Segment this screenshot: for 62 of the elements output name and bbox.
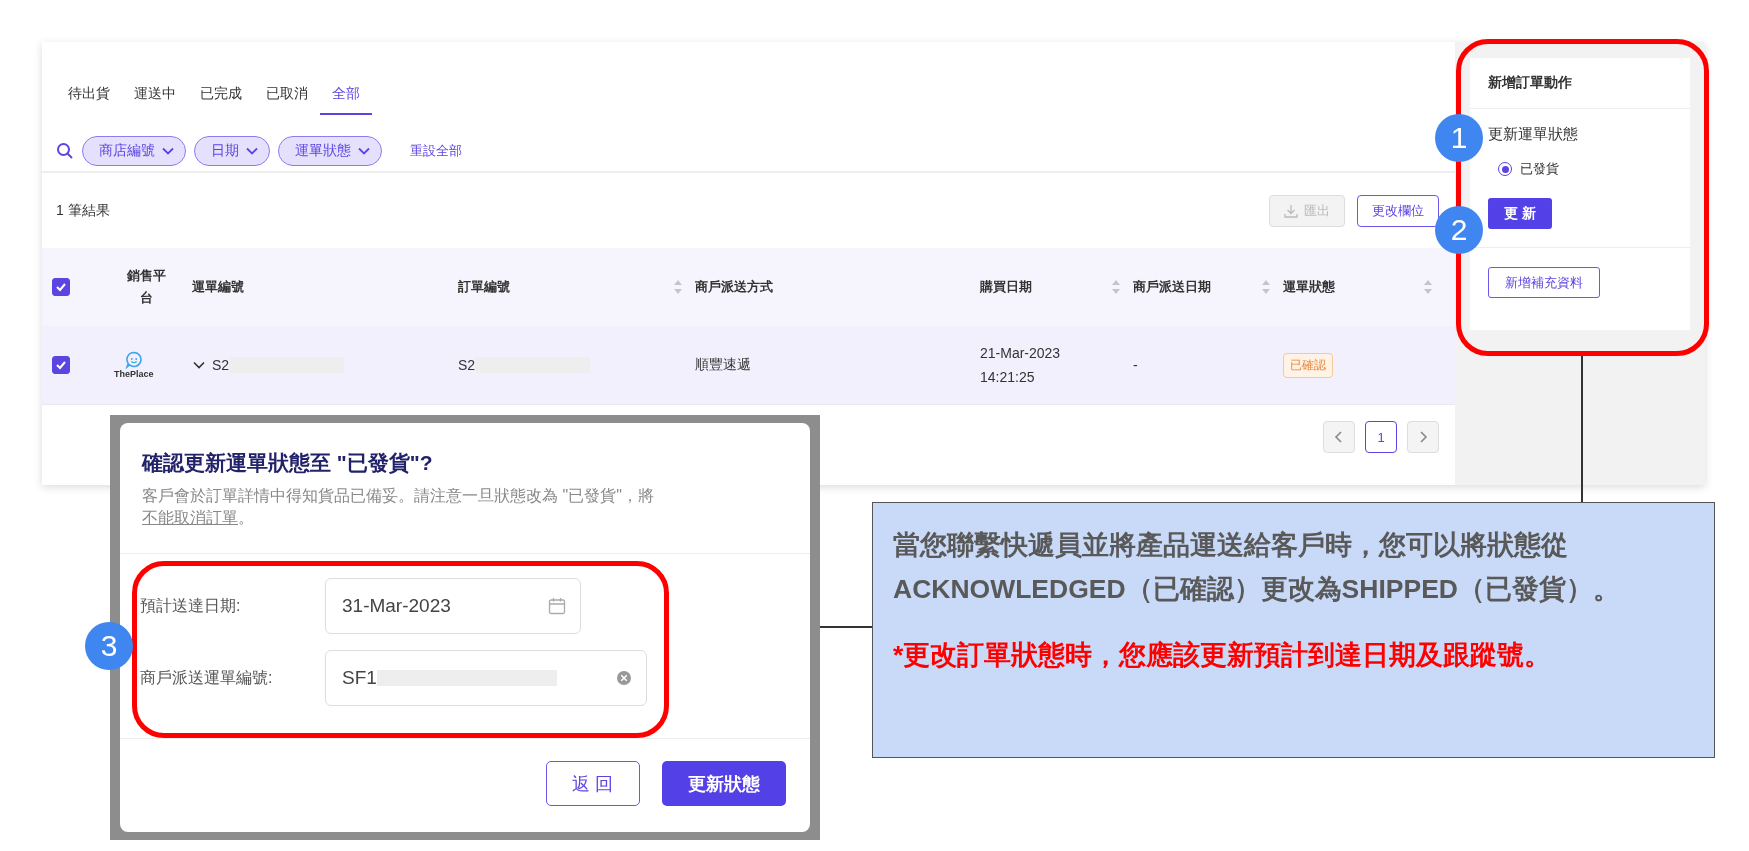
tab[interactable]: 運送中 <box>122 81 188 115</box>
filter-dropdown[interactable]: 日期 <box>194 136 270 166</box>
cancel-note-link[interactable]: 不能取消訂單 <box>142 509 238 526</box>
table-cell: 14:21:25 <box>980 369 1035 385</box>
back-button[interactable]: 返 回 <box>546 761 640 806</box>
dialog-message: 客戶會於訂單詳情中得知貨品已備妥。請注意一旦狀態改為 "已發貨"，將 不能取消訂單。 <box>142 486 655 528</box>
sort-icon[interactable] <box>1111 279 1121 295</box>
table-cell: 順豐速遞 <box>695 356 751 374</box>
tab[interactable]: 已取消 <box>254 81 320 115</box>
check-icon <box>55 359 67 371</box>
section-title: 更新運單狀態 <box>1488 125 1579 144</box>
leader-line <box>820 626 872 628</box>
filter-dropdown[interactable]: 商店編號 <box>82 136 186 166</box>
sort-icon[interactable] <box>673 279 683 295</box>
reset-link[interactable]: 重設全部 <box>410 142 462 160</box>
field-label: 預計送達日期: <box>140 595 242 616</box>
tab[interactable]: 待出貨 <box>56 81 122 115</box>
chevron-left-icon <box>1333 430 1345 444</box>
column-header: 運單編號 <box>192 278 244 296</box>
platform-name: ThePlace <box>114 369 154 379</box>
update-status-button[interactable]: 更新狀態 <box>662 761 786 806</box>
download-icon <box>1284 203 1298 218</box>
clear-icon[interactable] <box>616 670 632 686</box>
tab[interactable]: 已完成 <box>188 81 254 115</box>
filter-dropdown[interactable]: 運單狀態 <box>278 136 382 166</box>
column-header: 訂單編號 <box>458 278 510 296</box>
column-header: 購買日期 <box>980 278 1032 296</box>
column-header: 運單狀態 <box>1283 278 1335 296</box>
step-badge: 3 <box>85 622 133 670</box>
status-tag: 已確認 <box>1283 352 1333 378</box>
date-field[interactable]: 31-Mar-2023 <box>325 578 581 634</box>
checkbox[interactable] <box>52 278 70 296</box>
panel-title: 新增訂單動作 <box>1470 58 1690 109</box>
search-icon[interactable] <box>56 142 74 160</box>
check-icon <box>55 281 67 293</box>
sort-icon[interactable] <box>1423 279 1433 295</box>
column-header: 商戶派送日期 <box>1133 278 1211 296</box>
dialog-title: 確認更新運單狀態至 "已發貨"? <box>142 450 434 476</box>
change-columns-button[interactable]: 更改欄位 <box>1357 194 1439 227</box>
chat-bubble-icon <box>124 351 143 369</box>
checkbox[interactable] <box>52 356 70 374</box>
field-label: 商戶派送運單編號: <box>140 667 274 688</box>
tab[interactable]: 全部 <box>320 81 372 115</box>
previous-page-button[interactable] <box>1323 421 1355 453</box>
input-field[interactable]: SF1 <box>325 650 647 706</box>
table-cell: - <box>1133 357 1138 373</box>
next-page-button[interactable] <box>1407 421 1439 453</box>
callout-note: *更改訂單狀態時，您應該更新預計到達日期及跟蹤號。 <box>893 639 1553 672</box>
add-info-button[interactable]: 新增補充資料 <box>1488 267 1600 298</box>
column-header: 銷售平台 <box>126 267 166 307</box>
page-button[interactable]: 1 <box>1365 421 1397 453</box>
result-count: 1 筆結果 <box>56 201 111 220</box>
update-button[interactable]: 更 新 <box>1488 198 1552 229</box>
calendar-icon[interactable] <box>548 597 566 615</box>
callout-text: 當您聯繫快遞員並將產品運送給客戶時，您可以將狀態從ACKNOWLEDGED（已確認）更改為SHIPPED（已發貨）。 <box>893 529 1621 606</box>
table-cell: 21-Mar-2023 <box>980 345 1061 361</box>
chevron-right-icon <box>1417 430 1429 444</box>
table-cell: S2 <box>212 357 230 373</box>
table-cell: S2 <box>458 357 476 373</box>
sort-icon[interactable] <box>1261 279 1271 295</box>
radio-label[interactable]: 已發貨 <box>1520 160 1559 178</box>
column-header: 商戶派送方式 <box>695 278 773 296</box>
